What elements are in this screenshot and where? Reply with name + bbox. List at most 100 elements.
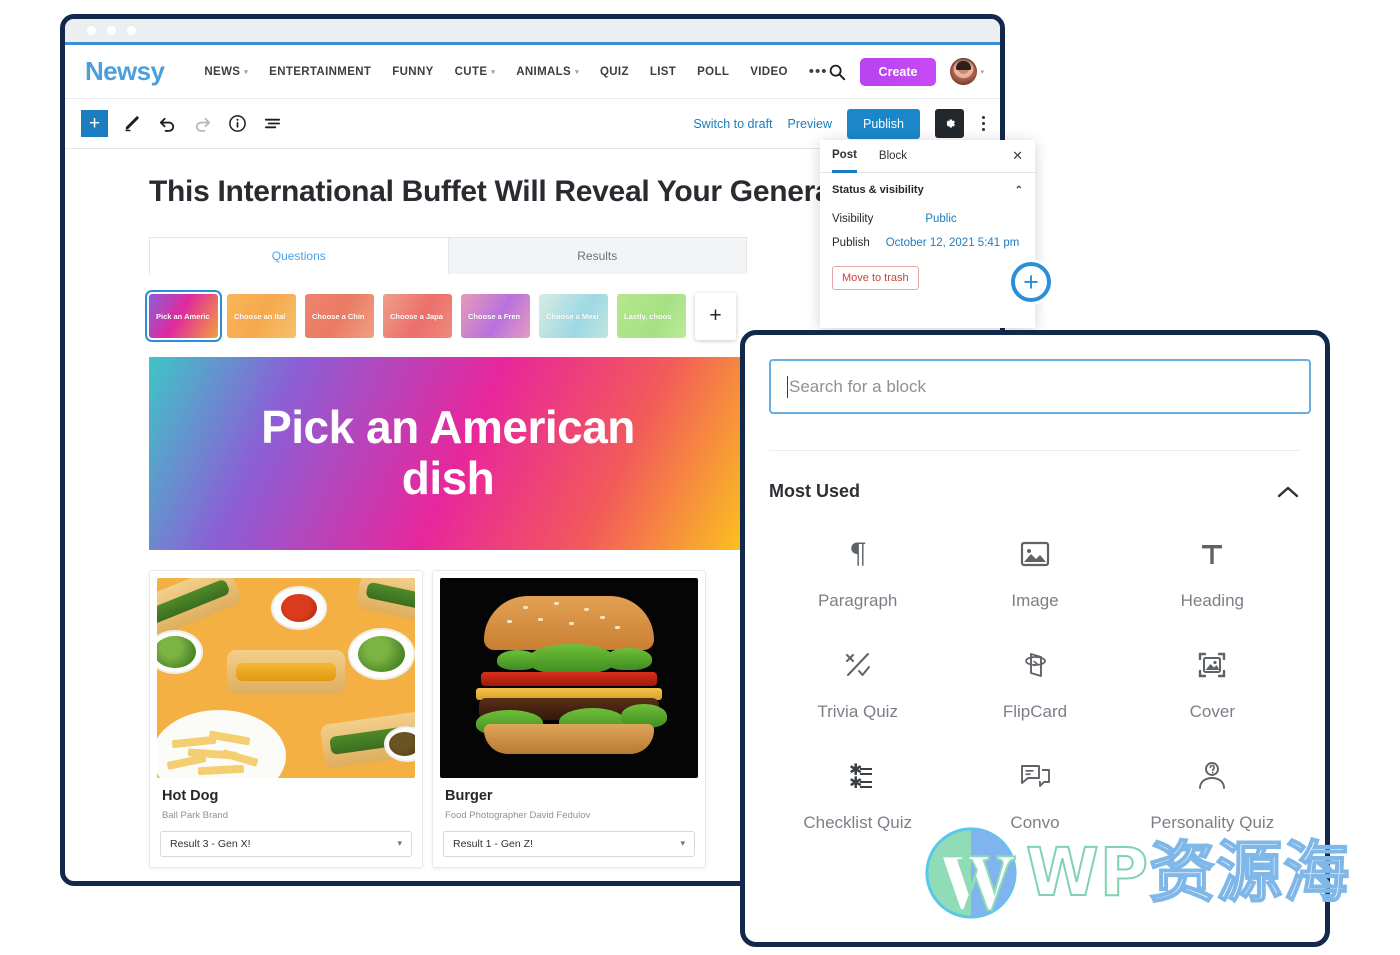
paragraph-icon: ¶	[840, 534, 876, 574]
block-type-heading[interactable]: Heading	[1124, 534, 1301, 611]
settings-gear-button[interactable]	[935, 109, 964, 138]
floating-add-block-button[interactable]: +	[1011, 262, 1051, 302]
heading-icon	[1195, 534, 1229, 574]
nav-item-video[interactable]: VIDEO	[750, 66, 788, 78]
chevron-up-icon	[1277, 486, 1299, 497]
window-minimize-dot[interactable]	[107, 26, 116, 35]
block-inserter-panel: Search for a block Most Used ¶ Paragraph I…	[740, 330, 1330, 947]
personality-quiz-icon	[1194, 756, 1230, 796]
nav-item-label: CUTE	[454, 65, 488, 78]
question-thumbnail[interactable]: Choose an Ital	[227, 294, 296, 339]
tab-post[interactable]: Post	[832, 140, 857, 173]
window-maximize-dot[interactable]	[127, 26, 136, 35]
undo-icon[interactable]	[158, 114, 177, 133]
question-thumbnail-label: Choose a Mexi	[546, 311, 599, 321]
publish-button[interactable]: Publish	[847, 108, 920, 139]
gear-icon	[946, 119, 955, 128]
section-title: Most Used	[769, 481, 861, 501]
block-type-checklist-quiz[interactable]: ✱ ✱ Checklist Quiz	[769, 756, 946, 833]
publish-label: Publish	[832, 237, 870, 249]
image-icon	[1018, 534, 1052, 574]
tab-questions[interactable]: Questions	[150, 237, 449, 274]
publish-date-value[interactable]: October 12, 2021 5:41 pm	[886, 237, 1020, 249]
block-type-label: Personality Quiz	[1150, 813, 1275, 832]
panel-tab-bar: Post Block ✕	[820, 140, 1035, 173]
answer-card-list: Hot Dog Ball Park Brand Result 3 - Gen X…	[149, 569, 789, 868]
question-thumbnail-label: Choose an Ital	[234, 311, 286, 321]
convo-icon	[1017, 756, 1053, 796]
question-thumbnail[interactable]: Pick an Americ	[145, 290, 222, 343]
window-close-dot[interactable]	[87, 26, 96, 35]
text-cursor	[787, 375, 788, 398]
block-type-image[interactable]: Image	[946, 534, 1123, 611]
nav-item-cute[interactable]: CUTE ▾	[455, 66, 496, 78]
nav-item-news[interactable]: NEWS ▾	[204, 66, 248, 78]
nav-item-poll[interactable]: POLL	[697, 66, 729, 78]
question-thumbnail[interactable]: Lastly, choos	[617, 294, 686, 339]
answer-card[interactable]: Hot Dog Ball Park Brand Result 3 - Gen X…	[149, 569, 423, 868]
answer-credit: Ball Park Brand	[162, 809, 229, 821]
question-thumbnail[interactable]: Choose a Mexi	[539, 294, 608, 339]
most-used-section-header[interactable]: Most Used	[769, 450, 1301, 508]
redo-icon	[195, 117, 211, 132]
window-title-bar	[65, 19, 1000, 42]
chevron-down-icon: ▾	[980, 68, 984, 76]
avatar[interactable]	[950, 58, 978, 85]
search-input[interactable]: Search for a block	[769, 359, 1311, 414]
editor-tool-group	[123, 114, 282, 133]
block-type-paragraph[interactable]: ¶ Paragraph	[769, 534, 946, 611]
bun-bottom	[483, 723, 655, 754]
question-thumbnail[interactable]: Choose a Fren	[461, 294, 530, 339]
close-icon[interactable]: ✕	[1012, 148, 1023, 164]
post-settings-panel: Post Block ✕ Status & visibility ⌃ Visib…	[820, 140, 1035, 328]
answer-result-select[interactable]: Result 3 - Gen X! ▾	[160, 830, 412, 857]
nav-item-label: NEWS	[204, 65, 241, 78]
nav-item-funny[interactable]: FUNNY	[392, 66, 433, 78]
search-placeholder: Search for a block	[789, 376, 927, 396]
site-logo[interactable]: Newsy	[85, 56, 165, 87]
switch-to-draft-button[interactable]: Switch to draft	[693, 117, 772, 131]
section-title: Status & visibility	[832, 184, 924, 196]
block-type-personality-quiz[interactable]: Personality Quiz	[1124, 756, 1301, 833]
block-type-trivia-quiz[interactable]: Trivia Quiz	[769, 645, 946, 722]
user-menu[interactable]: ▾	[950, 58, 984, 85]
nav-item-label: ENTERTAINMENT	[269, 65, 372, 78]
visibility-value[interactable]: Public	[925, 213, 956, 225]
nav-item-label: VIDEO	[750, 65, 788, 78]
list-view-icon[interactable]	[263, 114, 282, 133]
nav-item-list[interactable]: LIST	[650, 66, 676, 78]
nav-overflow-icon[interactable]: •••	[809, 64, 828, 79]
block-inserter-button[interactable]: +	[81, 110, 108, 137]
answer-title: Hot Dog	[162, 787, 219, 804]
create-button[interactable]: Create	[859, 57, 937, 86]
block-type-cover[interactable]: Cover	[1124, 645, 1301, 722]
preview-button[interactable]: Preview	[788, 117, 832, 131]
trivia-quiz-icon	[840, 645, 876, 685]
block-type-flipcard[interactable]: FlipCard	[946, 645, 1123, 722]
chevron-down-icon: ▾	[491, 68, 496, 76]
answer-card[interactable]: Burger Food Photographer David Fedulov R…	[432, 569, 706, 868]
block-type-label: FlipCard	[1002, 702, 1068, 721]
nav-item-animals[interactable]: ANIMALS ▾	[516, 66, 579, 78]
block-type-label: Paragraph	[817, 591, 898, 610]
info-icon[interactable]	[228, 114, 247, 133]
tab-block[interactable]: Block	[879, 140, 907, 173]
question-hero-banner[interactable]: Pick an American dish	[149, 356, 747, 550]
answer-result-select[interactable]: Result 1 - Gen Z! ▾	[443, 830, 695, 857]
question-hero-text: Pick an American dish	[261, 400, 635, 505]
question-thumbnail-label: Choose a Fren	[468, 311, 521, 321]
status-visibility-section-header[interactable]: Status & visibility ⌃	[820, 173, 1035, 207]
add-question-button[interactable]: +	[695, 292, 736, 340]
kebab-menu-icon[interactable]	[979, 113, 988, 134]
question-thumbnail[interactable]: Choose a Japa	[383, 294, 452, 339]
block-type-convo[interactable]: Convo	[946, 756, 1123, 833]
search-icon[interactable]	[828, 63, 846, 81]
move-to-trash-button[interactable]: Move to trash	[832, 266, 919, 290]
tab-results[interactable]: Results	[448, 237, 746, 274]
question-thumbnail[interactable]: Choose a Chin	[305, 294, 374, 339]
answer-result-value: Result 1 - Gen Z!	[453, 837, 533, 850]
nav-item-quiz[interactable]: QUIZ	[600, 66, 629, 78]
question-thumbnail-strip: Pick an Americ Choose an Ital Choose a Chi…	[145, 290, 789, 343]
nav-item-entertainment[interactable]: ENTERTAINMENT	[269, 66, 371, 78]
edit-pencil-icon[interactable]	[123, 114, 142, 133]
